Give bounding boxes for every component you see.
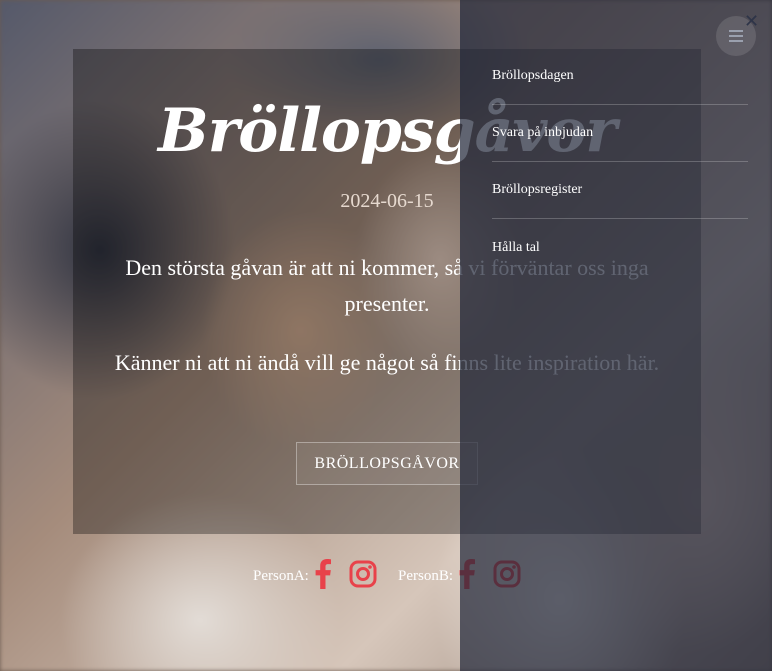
hamburger-icon <box>729 27 743 46</box>
nav-item-halla-tal[interactable]: Hålla tal <box>492 219 748 276</box>
facebook-icon[interactable] <box>315 558 331 594</box>
instagram-icon[interactable] <box>349 560 377 593</box>
nav-list: Bröllopsdagen Svara på inbjudan Bröllops… <box>492 48 748 276</box>
nav-item-brollopsdagen[interactable]: Bröllopsdagen <box>492 48 748 105</box>
person-a-label: PersonA: <box>253 567 309 584</box>
person-b-label: PersonB: <box>398 567 454 584</box>
side-navigation-panel: Bröllopsdagen Svara på inbjudan Bröllops… <box>460 0 772 671</box>
social-links-person-a: PersonA: <box>253 556 377 596</box>
nav-item-svara-pa-inbjudan[interactable]: Svara på inbjudan <box>492 105 748 162</box>
gifts-button[interactable]: BRÖLLOPSGÅVOR <box>296 442 478 485</box>
nav-item-brollopsregister[interactable]: Bröllopsregister <box>492 162 748 219</box>
close-menu-icon[interactable]: ✕ <box>744 12 762 32</box>
